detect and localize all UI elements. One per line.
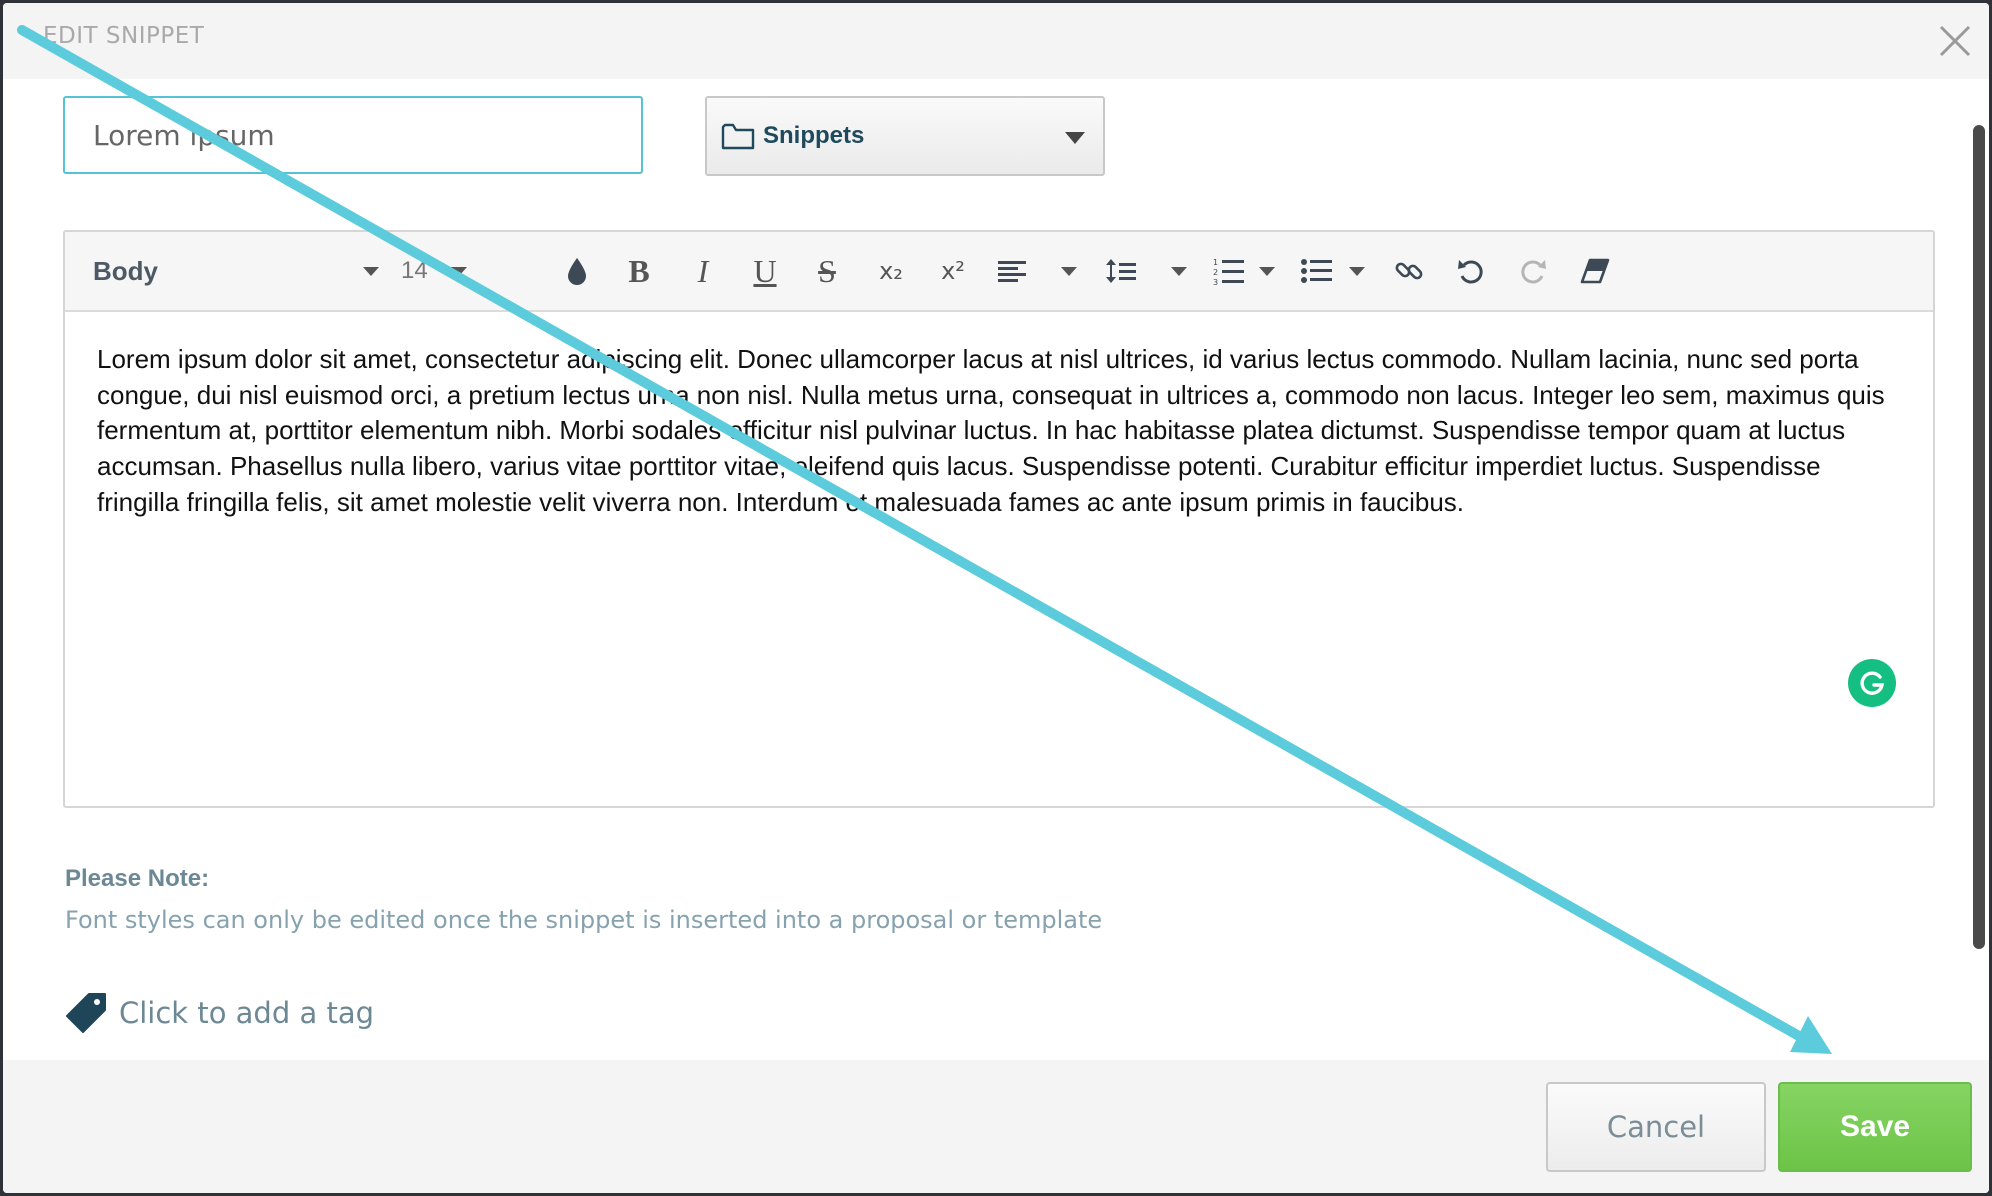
- add-tag-link[interactable]: Click to add a tag: [65, 991, 374, 1035]
- tag-icon: [66, 993, 106, 1033]
- italic-button[interactable]: I: [681, 232, 725, 310]
- link-icon: [1395, 262, 1423, 280]
- strikethrough-icon: S: [818, 252, 836, 289]
- bold-button[interactable]: B: [617, 232, 661, 310]
- grammarly-icon: [1860, 671, 1885, 695]
- svg-text:3: 3: [1213, 278, 1218, 286]
- italic-icon: I: [697, 252, 709, 289]
- bold-icon: B: [628, 252, 650, 289]
- edit-snippet-modal: EDIT SNIPPET Snippets Body 14: [3, 3, 1989, 1193]
- modal-title: EDIT SNIPPET: [43, 23, 205, 49]
- svg-text:2: 2: [1213, 268, 1218, 277]
- underline-button[interactable]: U: [743, 232, 787, 310]
- clear-format-icon: [1580, 258, 1610, 284]
- save-button[interactable]: Save: [1778, 1082, 1972, 1172]
- editor-body-text[interactable]: Lorem ipsum dolor sit amet, consectetur …: [97, 342, 1903, 521]
- strikethrough-button[interactable]: S: [805, 232, 849, 310]
- paragraph-style-dropdown[interactable]: Body: [93, 232, 383, 310]
- rich-text-editor: Body 14 B I U S x₂ x² 1 2 3 Lorem ipsum …: [63, 230, 1935, 808]
- bullet-list-dropdown[interactable]: [1301, 232, 1371, 310]
- text-color-button[interactable]: [555, 232, 599, 310]
- snippet-name-input[interactable]: [63, 96, 643, 174]
- modal-header: EDIT SNIPPET: [3, 3, 1989, 79]
- close-button[interactable]: [1935, 21, 1975, 61]
- superscript-button[interactable]: x²: [931, 232, 975, 310]
- modal-scrollbar[interactable]: [1973, 125, 1985, 949]
- caret-down-icon: [1171, 266, 1187, 276]
- align-dropdown[interactable]: [997, 232, 1087, 310]
- text-color-icon: [568, 258, 586, 285]
- caret-down-icon: [451, 266, 467, 276]
- add-tag-label: Click to add a tag: [119, 996, 374, 1030]
- subscript-icon: x₂: [879, 257, 903, 285]
- folder-select-label: Snippets: [763, 122, 865, 149]
- numbered-list-icon: 1 2 3: [1213, 258, 1244, 286]
- superscript-icon: x²: [941, 257, 965, 285]
- folder-icon: [721, 123, 755, 150]
- caret-down-icon: [1061, 266, 1077, 276]
- undo-button[interactable]: [1449, 232, 1493, 310]
- caret-down-icon: [1065, 132, 1085, 144]
- line-height-icon: [1106, 259, 1136, 283]
- font-size-label: 14: [401, 257, 428, 284]
- caret-down-icon: [1259, 266, 1275, 276]
- svg-text:1: 1: [1213, 258, 1218, 267]
- bullet-list-icon: [1301, 259, 1332, 283]
- cancel-button[interactable]: Cancel: [1546, 1082, 1766, 1172]
- link-button[interactable]: [1387, 232, 1431, 310]
- line-height-dropdown[interactable]: [1105, 232, 1195, 310]
- note-title: Please Note:: [65, 865, 210, 892]
- folder-select[interactable]: Snippets: [705, 96, 1105, 176]
- clear-format-button[interactable]: [1573, 232, 1617, 310]
- font-size-dropdown[interactable]: 14: [401, 232, 491, 310]
- subscript-button[interactable]: x₂: [869, 232, 913, 310]
- underline-icon: U: [753, 252, 777, 289]
- redo-button[interactable]: [1511, 232, 1555, 310]
- redo-icon: [1521, 260, 1546, 284]
- caret-down-icon: [1349, 266, 1365, 276]
- undo-icon: [1458, 260, 1483, 284]
- paragraph-style-label: Body: [93, 255, 158, 286]
- align-left-icon: [998, 261, 1026, 282]
- grammarly-button[interactable]: [1848, 659, 1896, 707]
- caret-down-icon: [363, 266, 379, 276]
- editor-toolbar: Body 14 B I U S x₂ x² 1 2 3: [65, 232, 1933, 312]
- note-text: Font styles can only be edited once the …: [65, 906, 1103, 934]
- close-icon: [1939, 25, 1971, 57]
- numbered-list-dropdown[interactable]: 1 2 3: [1213, 232, 1283, 310]
